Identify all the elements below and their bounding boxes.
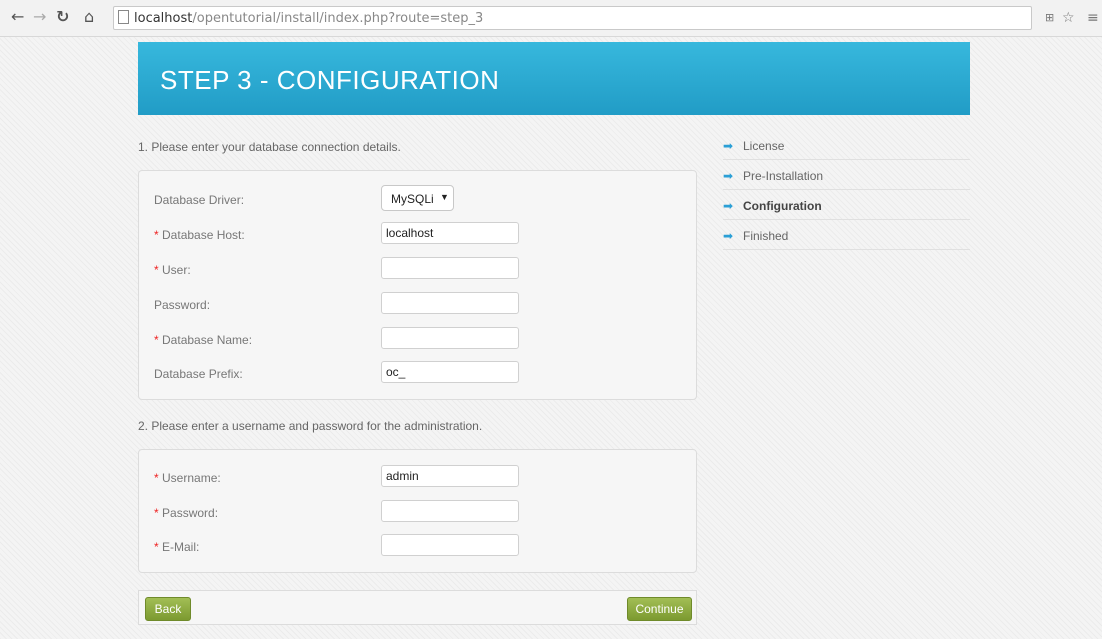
- required-mark: *: [154, 333, 159, 347]
- row-password: Password:: [139, 292, 696, 316]
- home-icon[interactable]: ⌂: [84, 9, 94, 25]
- user-label: * User:: [154, 263, 191, 277]
- required-mark: *: [154, 540, 159, 554]
- forward-arrow-icon[interactable]: →: [33, 9, 46, 25]
- user-input[interactable]: [381, 257, 519, 279]
- sidebar-item-label: License: [743, 139, 785, 153]
- star-icon[interactable]: ☆: [1062, 10, 1075, 26]
- database-driver-value: MySQLi: [391, 192, 434, 206]
- required-mark: *: [154, 228, 159, 242]
- required-mark: *: [154, 506, 159, 520]
- admin-details-panel: * Username: * Password: * E-Mail:: [138, 449, 697, 573]
- row-user: * User:: [139, 257, 696, 281]
- row-database-host: * Database Host:: [139, 222, 696, 246]
- user-label-text: User:: [162, 263, 191, 277]
- email-input[interactable]: [381, 534, 519, 556]
- database-host-input[interactable]: [381, 222, 519, 244]
- url-path: /opentutorial/install/index.php?route=st…: [192, 11, 484, 26]
- page-icon: [118, 10, 129, 24]
- row-username: * Username:: [139, 465, 696, 489]
- database-prefix-input[interactable]: [381, 361, 519, 383]
- arrow-right-icon: ➡: [723, 199, 734, 213]
- address-bar[interactable]: localhost/opentutorial/install/index.php…: [113, 6, 1032, 30]
- username-label-text: Username:: [162, 471, 221, 485]
- dropdown-caret-icon: ▼: [440, 192, 449, 202]
- admin-password-input[interactable]: [381, 500, 519, 522]
- db-details-panel: Database Driver: MySQLi ▼ * Database Hos…: [138, 170, 697, 400]
- row-database-name: * Database Name:: [139, 327, 696, 351]
- arrow-right-icon: ➡: [723, 139, 734, 153]
- admin-password-label-text: Password:: [162, 506, 219, 520]
- database-name-label-text: Database Name:: [162, 333, 253, 347]
- sidebar-item-label: Configuration: [743, 199, 822, 213]
- url-text: localhost/opentutorial/install/index.php…: [134, 11, 483, 26]
- row-email: * E-Mail:: [139, 534, 696, 558]
- browser-toolbar: ← → ↻ ⌂ localhost/opentutorial/install/i…: [0, 0, 1102, 37]
- back-arrow-icon[interactable]: ←: [11, 9, 24, 25]
- menu-icon[interactable]: ≡: [1087, 10, 1099, 26]
- row-database-prefix: Database Prefix:: [139, 361, 696, 385]
- back-button[interactable]: Back: [145, 597, 191, 621]
- arrow-right-icon: ➡: [723, 169, 734, 183]
- section-db-title: 1. Please enter your database connection…: [138, 140, 401, 154]
- page-title: STEP 3 - CONFIGURATION: [160, 65, 500, 95]
- sidebar-item-pre-installation[interactable]: ➡ Pre-Installation: [723, 160, 970, 190]
- sidebar-item-license[interactable]: ➡ License: [723, 130, 970, 160]
- database-host-label: * Database Host:: [154, 228, 245, 242]
- database-name-input[interactable]: [381, 327, 519, 349]
- database-prefix-label: Database Prefix:: [154, 367, 243, 381]
- sidebar-item-configuration[interactable]: ➡ Configuration: [723, 190, 970, 220]
- row-admin-password: * Password:: [139, 500, 696, 524]
- translate-icon[interactable]: ⊞: [1045, 11, 1054, 24]
- url-host: localhost: [134, 11, 193, 26]
- database-driver-label: Database Driver:: [154, 193, 245, 207]
- button-bar: Back Continue: [138, 590, 697, 625]
- sidebar-item-finished[interactable]: ➡ Finished: [723, 220, 970, 250]
- continue-button[interactable]: Continue: [627, 597, 692, 621]
- database-name-label: * Database Name:: [154, 333, 252, 347]
- admin-password-label: * Password:: [154, 506, 218, 520]
- username-input[interactable]: [381, 465, 519, 487]
- row-database-driver: Database Driver: MySQLi ▼: [139, 185, 696, 211]
- email-label: * E-Mail:: [154, 540, 199, 554]
- sidebar-item-label: Finished: [743, 229, 789, 243]
- password-label: Password:: [154, 298, 211, 312]
- steps-sidebar: ➡ License ➡ Pre-Installation ➡ Configura…: [723, 130, 970, 250]
- database-driver-select[interactable]: MySQLi ▼: [381, 185, 454, 211]
- section-admin-title: 2. Please enter a username and password …: [138, 419, 483, 433]
- required-mark: *: [154, 263, 159, 277]
- username-label: * Username:: [154, 471, 221, 485]
- sidebar-item-label: Pre-Installation: [743, 169, 824, 183]
- database-host-label-text: Database Host:: [162, 228, 245, 242]
- password-input[interactable]: [381, 292, 519, 314]
- required-mark: *: [154, 471, 159, 485]
- email-label-text: E-Mail:: [162, 540, 200, 554]
- arrow-right-icon: ➡: [723, 229, 734, 243]
- step-header: STEP 3 - CONFIGURATION: [138, 42, 970, 115]
- reload-icon[interactable]: ↻: [56, 9, 69, 25]
